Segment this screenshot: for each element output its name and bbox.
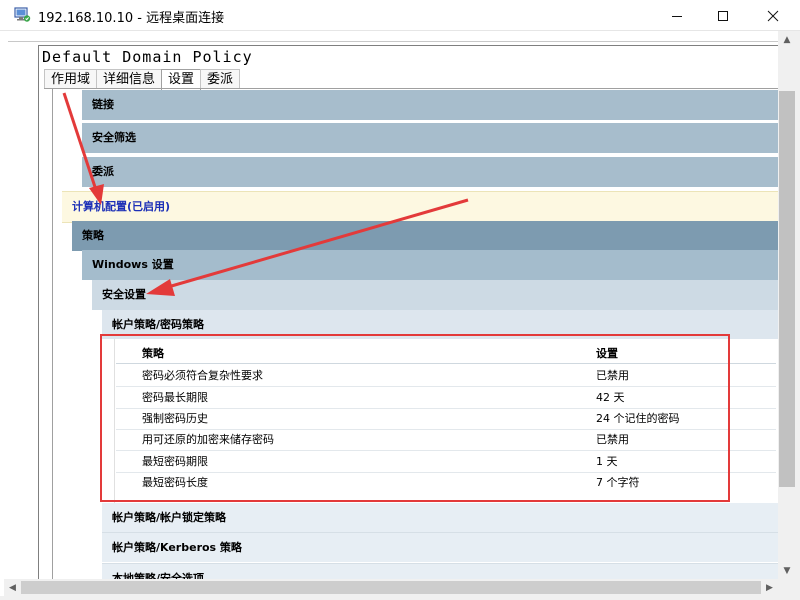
window-bottom-edge (0, 596, 800, 600)
tab-delegation[interactable]: 委派 (200, 69, 241, 89)
annotation-highlight-box (100, 334, 730, 502)
window-title: 192.168.10.10 - 远程桌面连接 (38, 11, 225, 26)
scroll-left-icon[interactable]: ◀ (4, 579, 21, 596)
section-security-filtering[interactable]: 安全筛选 (82, 123, 778, 153)
header-divider (8, 41, 778, 42)
section-links[interactable]: 链接 (82, 90, 778, 120)
section-security-settings[interactable]: 安全设置 (92, 280, 778, 310)
tab-scope[interactable]: 作用域 (44, 69, 98, 89)
scroll-up-icon[interactable]: ▲ (778, 31, 796, 48)
window-right-edge (796, 31, 800, 600)
title-bar: 192.168.10.10 - 远程桌面连接 (0, 0, 800, 31)
scrollbar-corner (778, 579, 796, 596)
section-delegation[interactable]: 委派 (82, 157, 778, 187)
section-windows-settings[interactable]: Windows 设置 (82, 250, 778, 280)
vertical-scroll-thumb[interactable] (779, 91, 795, 487)
scroll-right-icon[interactable]: ▶ (761, 579, 778, 596)
section-computer-config[interactable]: 计算机配置(已启用) (62, 191, 778, 223)
close-icon (767, 10, 779, 21)
close-button[interactable] (746, 0, 800, 31)
minimize-button[interactable] (654, 0, 700, 31)
report-viewport: Default Domain Policy 作用域 详细信息 设置 委派 链接 … (4, 31, 778, 579)
minimize-icon (672, 15, 682, 17)
tab-strip: 作用域 详细信息 设置 委派 (44, 69, 241, 90)
scroll-down-icon[interactable]: ▼ (778, 562, 796, 579)
page-title: Default Domain Policy (42, 48, 253, 66)
section-policies[interactable]: 策略 (72, 221, 778, 251)
remote-desktop-icon (14, 7, 31, 22)
horizontal-scrollbar[interactable]: ◀ ▶ (4, 579, 778, 596)
tab-details[interactable]: 详细信息 (96, 69, 163, 89)
tab-settings[interactable]: 设置 (161, 69, 202, 90)
maximize-button[interactable] (700, 0, 746, 31)
section-local-policy[interactable]: 本地策略/安全选项 (102, 563, 778, 579)
horizontal-scroll-thumb[interactable] (21, 581, 761, 594)
section-kerberos-policy[interactable]: 帐户策略/Kerberos 策略 (102, 532, 778, 562)
maximize-icon (718, 10, 728, 21)
vertical-scrollbar[interactable]: ▲ ▼ (778, 31, 796, 579)
section-lockout-policy[interactable]: 帐户策略/帐户锁定策略 (102, 503, 778, 533)
